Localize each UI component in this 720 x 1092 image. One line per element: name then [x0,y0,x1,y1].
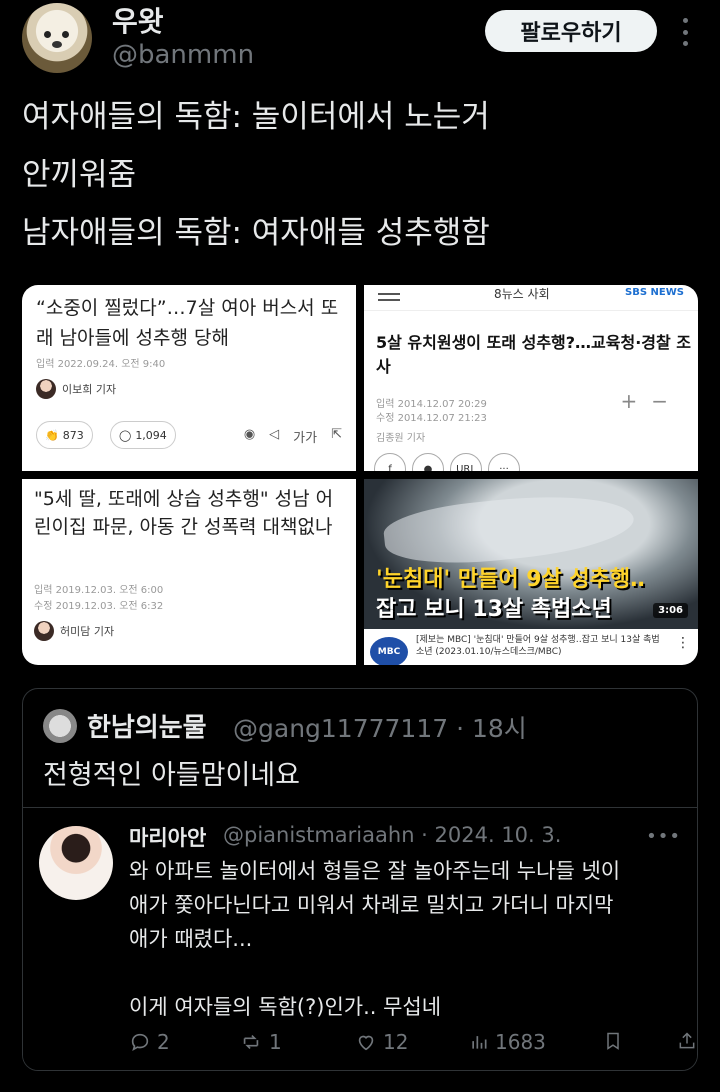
more-options-icon[interactable] [678,18,692,46]
reporter-avatar [34,621,54,641]
article-reporter: 김종원 기자 [376,433,426,444]
article-date-input: 입력 2019.12.03. 오전 6:00 [34,585,164,596]
font-size-label: 가가 [293,431,318,446]
kakao-icon: ● [412,453,444,471]
reaction-pill: 👏 873 [36,421,93,449]
inner-author-name: 마리아안 [129,826,207,850]
hamburger-icon [378,293,400,305]
article-headline: 5살 유치원생이 또래 성추행?…교육청·경찰 조사 [376,333,692,376]
video-caption-1: '눈침대' 만들어 9살 성추행‥ [376,567,645,592]
article-date-modified: 수정 2014.12.07 21:23 [376,413,487,424]
repost-action: 1 [239,1030,282,1054]
news-logo: SBS NEWS [625,287,684,298]
inner-line: 와 아파트 놀이터에서 형들은 잘 놀아주는데 누나들 넷이 [129,859,621,883]
share-action [677,1030,697,1052]
article-date: 입력 2022.09.24. 오전 9:40 [36,359,166,370]
facebook-icon: f [374,453,406,471]
media-image-1[interactable]: “소중이 찔렀다”…7살 여아 버스서 또래 남아들에 성추행 당해 입력 20… [22,285,356,471]
inner-line: 애가 때렸다... [129,927,253,951]
avatar-nose [52,41,62,48]
article-headline: “소중이 찔렀다”…7살 여아 버스서 또래 남아들에 성추행 당해 [36,297,339,349]
quoted-tweet[interactable]: 한남의눈물 @gang11777117 · 18시 전형적인 아들맘이네요 마리… [22,688,698,1071]
like-action: 12 [355,1030,408,1054]
embedded-screenshot: 마리아안 @pianistmariaahn · 2024. 10. 3. •••… [23,807,697,1070]
article-reporter: 이보희 기자 [36,379,116,399]
video-caption-2: 잡고 보니 13살 촉법소년 [376,597,612,622]
article-headline: "5세 딸, 또래에 상습 성추행" 성남 어린이집 파문, 아동 간 성폭력 … [34,488,334,538]
video-info-strip: MBC [제보는 MBC] '눈침대' 만들어 9살 성추행‥잡고 보니 13살… [364,629,698,665]
share-icon: ⇱ [331,427,342,442]
quote-text: 전형적인 아들맘이네요 [43,760,300,791]
video-title: [제보는 MBC] '눈침대' 만들어 9살 성추행‥잡고 보니 13살 촉법소… [416,635,660,657]
inner-line [129,956,689,990]
views-count: 1683 [495,1030,546,1054]
tweet-line: 남자애들의 독함: 여자애들 성추행함 [22,215,490,251]
inner-line: 이게 여자들의 독함(?)인가.. 무섭네 [129,995,442,1019]
news-header-bar: 8뉴스 사회 SBS NEWS [364,285,698,311]
tweet-line: 안끼워줌 [22,157,137,193]
reporter-name: 허미담 기자 [60,625,115,638]
reaction-count: 873 [62,428,84,442]
zoom-controls-icon: +− [620,389,682,413]
avatar-eye [62,31,69,38]
inner-line: 애가 쫓아다닌다고 미워서 차례로 밀치고 가더니 마지막 [129,893,614,917]
channel-logo: MBC [370,637,408,665]
article-reporter: 허미담 기자 [34,621,114,641]
comment-icon: ◯ [119,428,132,442]
reply-count: 2 [157,1030,170,1054]
repost-icon [243,1034,259,1050]
inner-tweet-text: 와 아파트 놀이터에서 형들은 잘 놀아주는데 누나들 넷이 애가 쫓아다닌다고… [129,854,689,1024]
speaker-icon: ◁ [269,427,280,442]
media-image-4[interactable]: '눈침대' 만들어 9살 성추행‥ 잡고 보니 13살 촉법소년 3:06 MB… [364,479,698,665]
tweet-line: 여자애들의 독함: 놀이터에서 노는거 [22,99,490,135]
reply-icon [131,1033,149,1052]
article-date-modified: 수정 2019.12.03. 오전 6:32 [34,601,164,612]
avatar-eye [44,31,51,38]
views-icon [472,1036,487,1049]
inner-author-avatar [39,826,113,900]
quote-author-avatar[interactable] [43,709,77,743]
quote-author-meta: @gang11777117 · 18시 [233,714,527,743]
share-icon [679,1032,695,1049]
repost-count: 1 [269,1030,282,1054]
inner-action-bar: 2 1 12 1683 [129,1030,695,1060]
author-handle[interactable]: @banmmn [112,40,254,70]
heart-icon [358,1035,374,1051]
robot-icon: ◉ [243,427,256,442]
tweet-text: 여자애들의 독함: 놀이터에서 노는거 안끼워줌 남자애들의 독함: 여자애들 … [22,88,702,262]
share-row: f ● URL ··· [374,453,520,471]
follow-button[interactable]: 팔로우하기 [485,10,657,52]
reply-action: 2 [129,1030,170,1054]
article-tools: ◉ ◁ 가가 ⇱ [244,427,342,446]
inner-author-meta: @pianistmariaahn · 2024. 10. 3. [223,823,562,847]
media-image-2[interactable]: 8뉴스 사회 SBS NEWS 5살 유치원생이 또래 성추행?…교육청·경찰 … [364,285,698,471]
author-name[interactable]: 우왓 [112,0,164,40]
article-date-input: 입력 2014.12.07 20:29 [376,399,487,410]
video-duration: 3:06 [653,603,688,618]
clap-icon: 👏 [45,428,59,442]
quote-author-name[interactable]: 한남의눈물 [87,707,207,744]
more-share-icon: ··· [488,453,520,471]
media-image-3[interactable]: "5세 딸, 또래에 상습 성추행" 성남 어린이집 파문, 아동 간 성폭력 … [22,479,356,665]
comment-pill: ◯ 1,094 [110,421,176,449]
news-section: 8뉴스 사회 [494,287,550,301]
video-more-icon: ⋮ [676,635,690,651]
inner-more-icon: ••• [646,826,681,847]
media-grid: “소중이 찔렀다”…7살 여아 버스서 또래 남아들에 성추행 당해 입력 20… [22,285,698,665]
url-share-label: URL [450,453,482,471]
reporter-name: 이보희 기자 [62,383,117,396]
reporter-avatar [36,379,56,399]
like-count: 12 [383,1030,409,1054]
comment-count: 1,094 [135,428,167,442]
bookmark-icon [607,1032,619,1050]
bookmark-action [603,1030,623,1052]
author-avatar[interactable] [22,3,92,73]
views-action: 1683 [469,1030,546,1054]
